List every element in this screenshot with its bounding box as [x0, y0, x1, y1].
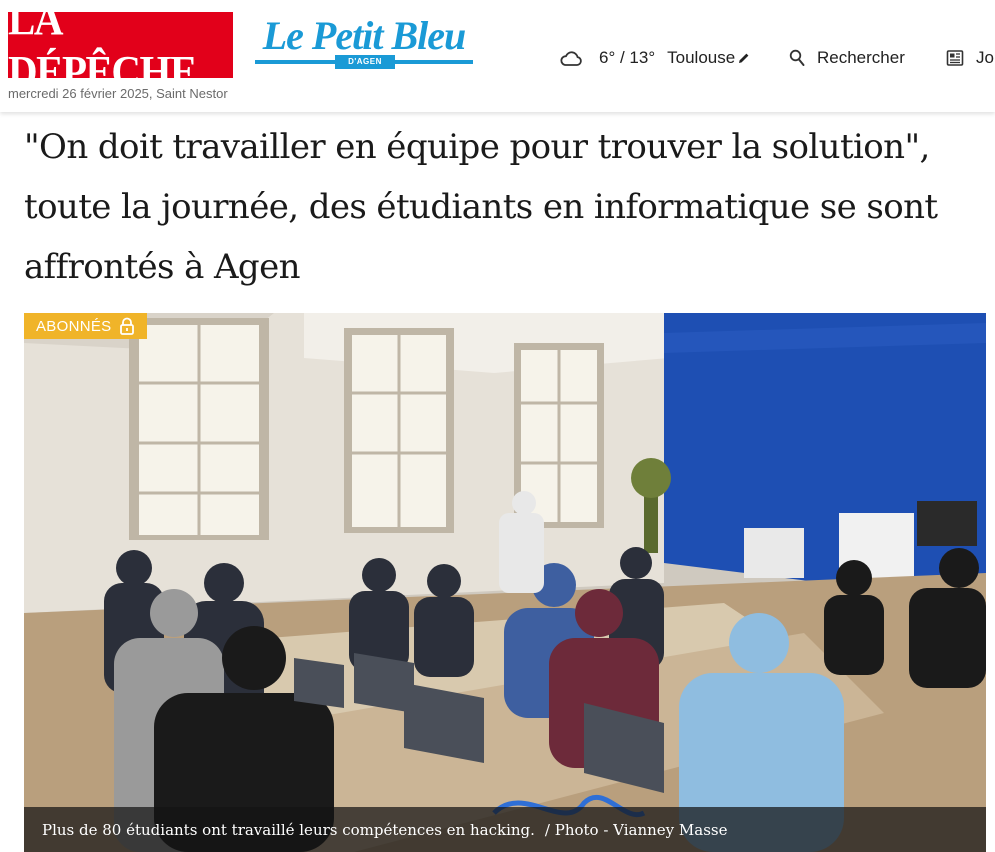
- article-title: "On doit travailler en équipe pour trouv…: [24, 127, 938, 287]
- search-icon: [789, 49, 805, 66]
- weather-temps: 6° / 13°: [599, 48, 656, 67]
- cloud-icon: [560, 51, 582, 66]
- pencil-icon[interactable]: [738, 52, 750, 64]
- la-depeche-logo[interactable]: LA DÉPÊCHE: [8, 0, 233, 96]
- date-line: mercredi 26 février 2025, Saint Nestor: [8, 86, 228, 101]
- petit-bleu-logo[interactable]: Le Petit Bleu D'AGEN: [255, 14, 473, 72]
- search-button[interactable]: Rechercher: [789, 46, 905, 70]
- petit-bleu-logo-sub: D'AGEN: [335, 55, 395, 69]
- petit-bleu-logo-text: Le Petit Bleu: [262, 13, 467, 58]
- photo-caption: Plus de 80 étudiants ont travaillé leurs…: [24, 807, 986, 852]
- weather-city[interactable]: Toulouse: [667, 48, 735, 68]
- newspaper-icon: [946, 50, 964, 66]
- classroom-photo-illustration: [24, 313, 986, 852]
- la-depeche-logo-text: LA DÉPÊCHE: [8, 0, 197, 96]
- photo-credit: / Photo - Vianney Masse: [544, 820, 728, 839]
- journal-button[interactable]: Jo: [946, 46, 994, 70]
- search-label: Rechercher: [817, 48, 905, 67]
- journal-label: Jo: [976, 48, 994, 67]
- caption-text: Plus de 80 étudiants ont travaillé leurs…: [42, 820, 535, 839]
- lock-icon: [120, 317, 135, 335]
- article-photo[interactable]: ABONNÉS Plus de 80 étudiants ont travail…: [24, 313, 986, 852]
- subscribers-badge-label: ABONNÉS: [36, 317, 112, 335]
- subscribers-badge: ABONNÉS: [24, 313, 148, 339]
- site-header: LA DÉPÊCHE Le Petit Bleu D'AGEN mercredi…: [0, 0, 995, 112]
- weather-widget[interactable]: 6° / 13° Toulouse: [559, 46, 750, 70]
